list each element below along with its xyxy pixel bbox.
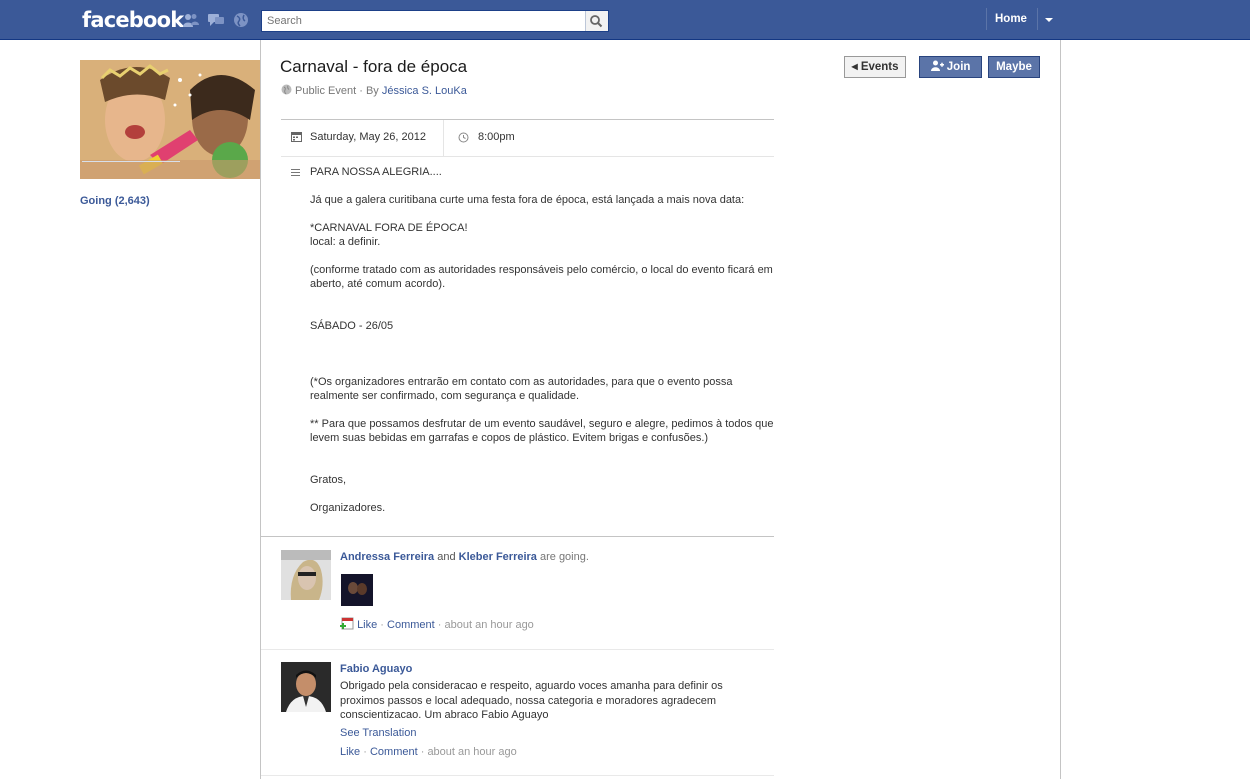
add-person-icon bbox=[930, 60, 944, 71]
event-time: 8:00pm bbox=[478, 131, 515, 143]
see-translation-label: See Translation bbox=[340, 727, 417, 739]
search-input[interactable] bbox=[262, 11, 586, 31]
avatar-image bbox=[281, 662, 331, 712]
top-bar: facebook Home bbox=[0, 0, 1250, 40]
description-line bbox=[310, 291, 774, 305]
description-line bbox=[310, 487, 774, 501]
content-border-left bbox=[260, 40, 261, 779]
date-time-separator bbox=[443, 120, 444, 156]
post-timestamp: about an hour ago bbox=[444, 619, 534, 631]
description-line bbox=[310, 361, 774, 375]
messages-icon[interactable] bbox=[207, 12, 225, 28]
search-button[interactable] bbox=[585, 11, 608, 31]
description-line bbox=[310, 459, 774, 473]
avatar-image bbox=[281, 550, 331, 600]
description-line bbox=[310, 207, 774, 221]
event-rsvp-icon bbox=[340, 617, 354, 630]
notifications-globe-icon[interactable] bbox=[232, 12, 250, 28]
event-meta: Public Event · By Jéssica S. LouKa bbox=[281, 84, 467, 97]
home-link[interactable]: Home bbox=[986, 8, 1027, 30]
search-icon bbox=[590, 15, 603, 28]
privacy-label: Public Event bbox=[295, 85, 357, 97]
description-line: ** Para que possamos desfrutar de um eve… bbox=[310, 418, 774, 444]
going-status: are going. bbox=[539, 551, 589, 563]
author-link[interactable]: Kleber Ferreira bbox=[459, 551, 537, 563]
search-box[interactable] bbox=[261, 10, 609, 32]
going-count-link[interactable]: Going (2,643) bbox=[80, 195, 150, 207]
post-actions: Like · Comment · about an hour ago bbox=[340, 617, 534, 631]
author-link[interactable]: Fabio Aguayo bbox=[340, 663, 412, 675]
author-link[interactable]: Andressa Ferreira bbox=[340, 551, 434, 563]
events-back-button[interactable]: ◀ Events bbox=[844, 56, 906, 78]
back-arrow-icon: ◀ bbox=[851, 62, 858, 71]
avatar[interactable] bbox=[281, 550, 331, 600]
event-description: PARA NOSSA ALEGRIA.... Já que a galera c… bbox=[310, 165, 774, 515]
join-button[interactable]: Join bbox=[919, 56, 982, 78]
description-line bbox=[310, 249, 774, 263]
public-globe-icon bbox=[281, 84, 292, 95]
description-line bbox=[310, 179, 774, 193]
maybe-button-label: Maybe bbox=[996, 61, 1032, 73]
events-button-label: Events bbox=[860, 61, 899, 73]
comment-link[interactable]: Comment bbox=[370, 746, 418, 758]
description-line bbox=[310, 347, 774, 361]
host-link[interactable]: Jéssica S. LouKa bbox=[382, 85, 467, 97]
conjunction: and bbox=[437, 551, 456, 563]
post-going-text: Andressa Ferreira and Kleber Ferreira ar… bbox=[340, 550, 589, 565]
description-line bbox=[310, 403, 774, 417]
post-author-line: Fabio Aguayo bbox=[340, 662, 412, 677]
see-translation-link[interactable]: See Translation bbox=[340, 726, 416, 741]
description-lines-icon bbox=[291, 169, 300, 176]
comment-link[interactable]: Comment bbox=[387, 619, 435, 631]
post-divider bbox=[261, 649, 774, 650]
account-menu-arrow-icon[interactable] bbox=[1037, 8, 1058, 30]
description-line bbox=[310, 445, 774, 459]
post-body: Obrigado pela consideracao e respeito, a… bbox=[340, 680, 723, 721]
description-line: PARA NOSSA ALEGRIA.... bbox=[310, 166, 442, 178]
friend-requests-icon[interactable] bbox=[182, 12, 200, 28]
join-button-label: Join bbox=[946, 61, 971, 73]
description-line bbox=[310, 305, 774, 319]
description-line: local: a definir. bbox=[310, 236, 381, 248]
post-actions: Like · Comment · about an hour ago bbox=[340, 746, 517, 758]
post-timestamp: about an hour ago bbox=[427, 746, 517, 758]
description-line: (*Os organizadores entrarão em contato c… bbox=[310, 376, 733, 402]
clock-icon bbox=[458, 132, 469, 143]
description-line: (conforme tratado com as autoridades res… bbox=[310, 264, 773, 290]
like-link[interactable]: Like bbox=[357, 619, 377, 631]
description-line: *CARNAVAL FORA DE ÉPOCA! bbox=[310, 222, 468, 234]
description-line: Já que a galera curitibana curte uma fes… bbox=[310, 194, 745, 206]
calendar-icon bbox=[291, 132, 302, 142]
description-line bbox=[310, 333, 774, 347]
maybe-button[interactable]: Maybe bbox=[988, 56, 1040, 78]
description-line: SÁBADO - 26/05 bbox=[310, 320, 394, 332]
going-divider bbox=[82, 161, 180, 162]
event-date-row: Saturday, May 26, 2012 8:00pm bbox=[281, 119, 774, 157]
avatar[interactable] bbox=[281, 662, 331, 712]
description-divider bbox=[261, 536, 774, 537]
like-link[interactable]: Like bbox=[340, 746, 360, 758]
event-title: Carnaval - fora de época bbox=[280, 57, 468, 76]
post-divider bbox=[261, 775, 774, 776]
attendee-photo bbox=[341, 574, 373, 606]
content-border-right bbox=[1060, 40, 1061, 779]
attendee-thumbnail[interactable] bbox=[341, 574, 373, 606]
description-line: Organizadores. bbox=[310, 502, 386, 514]
by-prefix: · By bbox=[359, 85, 379, 97]
facebook-logo[interactable]: facebook bbox=[82, 8, 184, 32]
event-date: Saturday, May 26, 2012 bbox=[310, 131, 426, 143]
description-line: Gratos, bbox=[310, 474, 347, 486]
